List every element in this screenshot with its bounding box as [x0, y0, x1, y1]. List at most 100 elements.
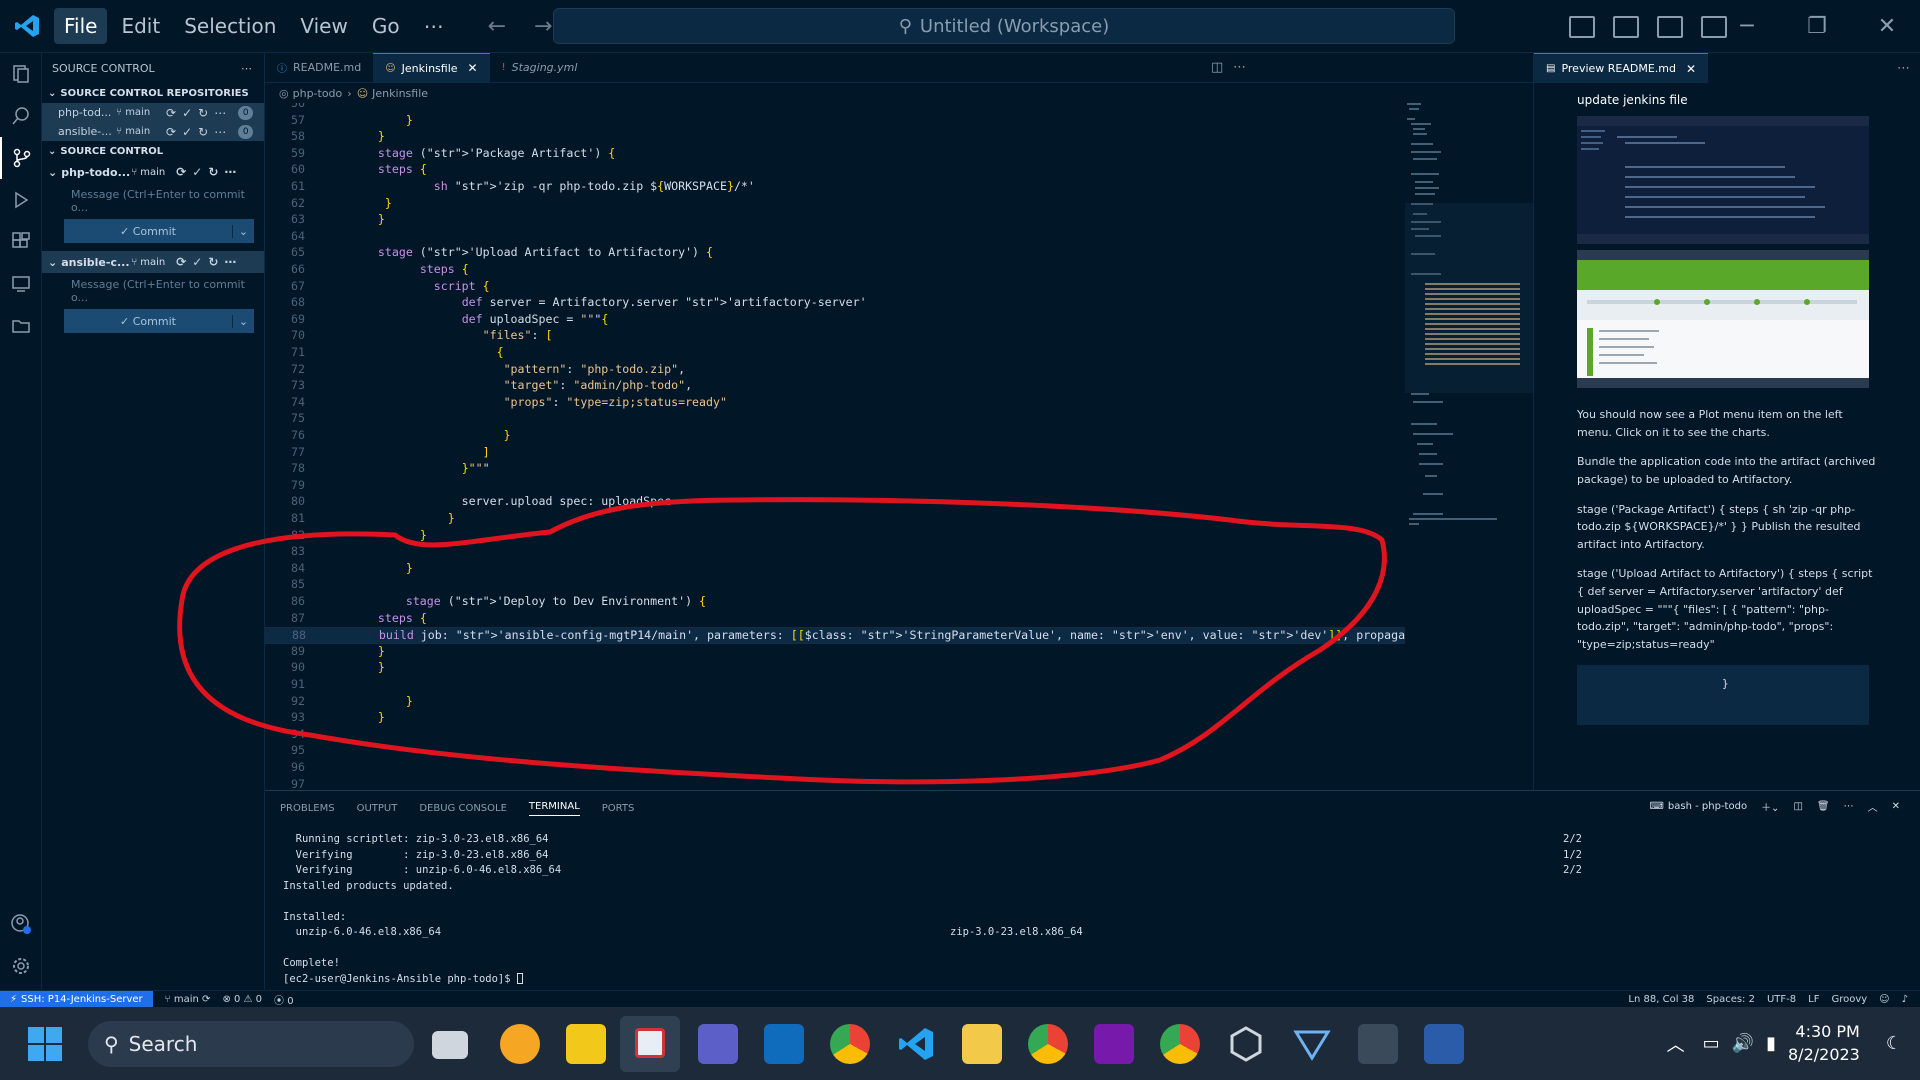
toggle-primary-sidebar-icon[interactable]	[1569, 15, 1595, 38]
sticky-notes-icon[interactable]	[566, 1024, 606, 1064]
code-line[interactable]: 88 build job: "str">'ansible-config-mgtP…	[265, 627, 1405, 644]
terminal-name[interactable]: bash - php-todo	[1668, 801, 1747, 812]
toggle-panel-icon[interactable]	[1613, 15, 1639, 38]
code-line[interactable]: 72 "pattern": "php-todo.zip",	[265, 362, 1405, 379]
chrome-icon[interactable]	[1160, 1024, 1200, 1064]
code-line[interactable]: 66 steps {	[265, 262, 1405, 279]
outlook-icon[interactable]	[764, 1024, 804, 1064]
code-line[interactable]: 93 }	[265, 710, 1405, 727]
commit-button[interactable]: ✓ Commit ⌄	[64, 219, 254, 243]
code-line[interactable]: 80 server.upload spec: uploadSpec	[265, 494, 1405, 511]
code-line[interactable]: 92 }	[265, 694, 1405, 711]
code-line[interactable]: 91	[265, 677, 1405, 694]
virtualbox-icon[interactable]	[1226, 1024, 1266, 1064]
maximize-panel-icon[interactable]: ︿	[1868, 799, 1878, 814]
code-line[interactable]: 94	[265, 727, 1405, 744]
repo-row[interactable]: ansible-... ⑂ main ⟳ ✓ ↻ ⋯ 0	[42, 122, 264, 141]
weather-icon[interactable]	[500, 1024, 540, 1064]
toggle-secondary-sidebar-icon[interactable]	[1657, 15, 1683, 38]
tab-preview-readme[interactable]: ▤ Preview README.md ✕	[1534, 53, 1709, 83]
repo-branch[interactable]: ⑂ main	[116, 107, 166, 118]
code-line[interactable]: 96	[265, 760, 1405, 777]
more-actions-icon[interactable]: ⋯	[1897, 61, 1910, 76]
code-line[interactable]: 79	[265, 478, 1405, 495]
vscode-icon[interactable]	[896, 1024, 936, 1064]
minimap[interactable]	[1405, 103, 1533, 790]
code-line[interactable]: 70 "files": [	[265, 328, 1405, 345]
notifications-icon[interactable]: ☾	[1886, 1033, 1902, 1054]
code-line[interactable]: 62 }	[265, 196, 1405, 213]
tab-jenkinsfile[interactable]: ☺ Jenkinsfile ✕	[373, 52, 490, 83]
sync-icon[interactable]: ⟳	[176, 165, 186, 179]
task-view-icon[interactable]	[432, 1031, 468, 1059]
snipping-tool-icon[interactable]	[620, 1016, 680, 1072]
source-control-icon[interactable]	[0, 137, 42, 179]
code-line[interactable]: 90 }	[265, 660, 1405, 677]
clock[interactable]: 4:30 PM 8/2/2023	[1788, 1021, 1860, 1066]
source-control-section-header[interactable]: ⌄ SOURCE CONTROL	[42, 141, 264, 161]
repo-group-branch[interactable]: main	[140, 257, 176, 268]
paint-icon[interactable]	[1358, 1024, 1398, 1064]
code-line[interactable]: 83	[265, 544, 1405, 561]
volume-icon[interactable]: 🔊	[1732, 1033, 1754, 1054]
run-debug-icon[interactable]	[0, 179, 42, 221]
commit-message-input[interactable]: Message (Ctrl+Enter to commit o...	[64, 277, 254, 305]
cursor-position[interactable]: Ln 88, Col 38	[1628, 994, 1694, 1005]
code-line[interactable]: 65 stage ("str">'Upload Artifact to Arti…	[265, 245, 1405, 262]
sync-icon[interactable]: ⟳	[176, 255, 186, 269]
more-icon[interactable]: ⋯	[214, 125, 226, 139]
check-icon[interactable]: ✓	[182, 106, 192, 120]
refresh-icon[interactable]: ↻	[198, 125, 208, 139]
code-line[interactable]: 57 }	[265, 113, 1405, 130]
code-line[interactable]: 61 sh "str">'zip -qr php-todo.zip ${WORK…	[265, 179, 1405, 196]
menu-view[interactable]: View	[290, 8, 357, 44]
code-line[interactable]: 76 }	[265, 428, 1405, 445]
accounts-icon[interactable]	[0, 903, 42, 945]
code-line[interactable]: 89 }	[265, 644, 1405, 661]
markdown-preview[interactable]: update jenkins file You should now see a…	[1533, 83, 1920, 790]
tab-ports[interactable]: PORTS	[602, 803, 635, 814]
repo-branch[interactable]: ⑂ main	[116, 126, 166, 137]
close-icon[interactable]: ✕	[468, 61, 478, 75]
search-icon[interactable]	[0, 95, 42, 137]
code-line[interactable]: 82 }	[265, 528, 1405, 545]
sync-icon[interactable]: ⟳	[166, 125, 176, 139]
chevron-down-icon[interactable]: ⌄	[232, 314, 254, 328]
code-line[interactable]: 64	[265, 229, 1405, 246]
restore-button[interactable]: ❐	[1782, 14, 1852, 39]
code-editor[interactable]: 56 57 } 58 } 59 stage ("str">'Package Artif…	[265, 103, 1405, 790]
code-line[interactable]: 67 script {	[265, 279, 1405, 296]
check-icon[interactable]: ✓	[182, 125, 192, 139]
refresh-icon[interactable]: ↻	[208, 255, 218, 269]
more-actions-icon[interactable]: ⋯	[1844, 801, 1854, 812]
repositories-section-header[interactable]: ⌄ SOURCE CONTROL REPOSITORIES	[42, 83, 264, 103]
powershell-icon[interactable]	[1424, 1024, 1464, 1064]
code-line[interactable]: 84 }	[265, 561, 1405, 578]
code-line[interactable]: 60 steps {	[265, 162, 1405, 179]
language-mode[interactable]: Groovy	[1831, 994, 1867, 1005]
remote-indicator[interactable]: ⚡ SSH: P14-Jenkins-Server	[0, 990, 153, 1008]
close-panel-icon[interactable]: ✕	[1892, 801, 1900, 812]
code-line[interactable]: 73 "target": "admin/php-todo",	[265, 378, 1405, 395]
battery-icon[interactable]: ▮	[1766, 1033, 1776, 1054]
commit-message-input[interactable]: Message (Ctrl+Enter to commit o...	[64, 187, 254, 215]
code-line[interactable]: 56	[265, 103, 1405, 113]
chrome-icon[interactable]	[830, 1024, 870, 1064]
code-line[interactable]: 87 steps {	[265, 611, 1405, 628]
new-terminal-icon[interactable]: ＋⌄	[1761, 799, 1779, 814]
forward-arrow-icon[interactable]: →	[534, 14, 552, 39]
tab-output[interactable]: OUTPUT	[357, 803, 398, 814]
remote-explorer-icon[interactable]	[0, 263, 42, 305]
more-actions-icon[interactable]: ⋯	[241, 62, 252, 75]
onenote-icon[interactable]	[1094, 1024, 1134, 1064]
code-line[interactable]: 97	[265, 777, 1405, 790]
more-icon[interactable]: ⋯	[214, 106, 226, 120]
terminal-prompt[interactable]: [ec2-user@Jenkins-Ansible php-todo]$	[283, 973, 1920, 989]
repo-group-header[interactable]: ⌄ php-todo... ⑂ main ⟳ ✓ ↻ ⋯	[42, 161, 264, 183]
more-icon[interactable]: ⋯	[224, 165, 236, 179]
start-button[interactable]	[28, 1027, 62, 1061]
taskbar-search[interactable]: ⚲ Search	[88, 1021, 414, 1067]
code-line[interactable]: 74 "props": "type=zip;status=ready"	[265, 395, 1405, 412]
display-icon[interactable]: ▭	[1703, 1033, 1720, 1054]
close-icon[interactable]: ✕	[1686, 62, 1696, 76]
